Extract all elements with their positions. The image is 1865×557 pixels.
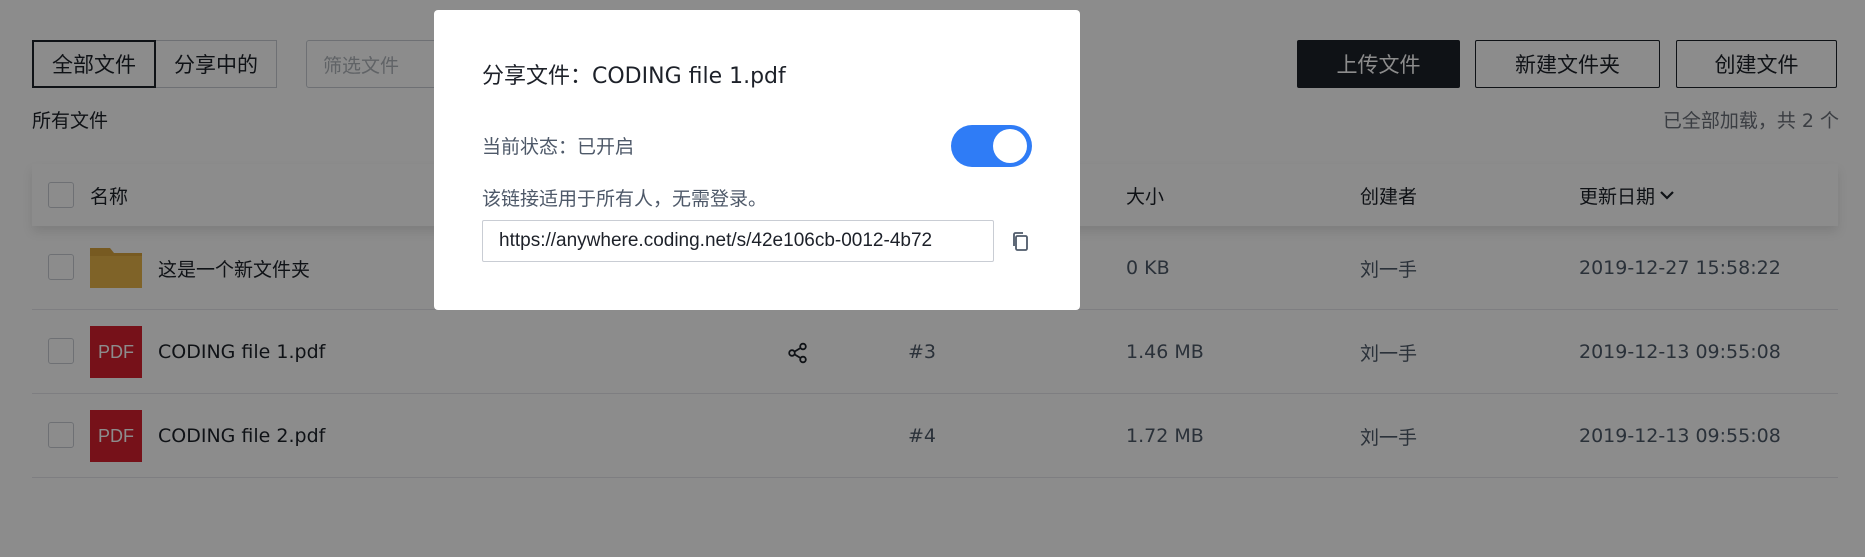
share-status-label: 当前状态：已开启 (482, 136, 635, 158)
toggle-knob (993, 129, 1027, 163)
share-link-field[interactable]: https://anywhere.coding.net/s/42e106cb-0… (482, 220, 994, 262)
share-file-modal: 分享文件：CODING file 1.pdf 当前状态：已开启 该链接适用于所有… (434, 10, 1080, 310)
modal-title: 分享文件：CODING file 1.pdf (482, 64, 786, 89)
copy-icon[interactable] (1010, 230, 1032, 254)
share-hint: 该链接适用于所有人，无需登录。 (482, 188, 768, 210)
share-toggle[interactable] (951, 125, 1032, 167)
